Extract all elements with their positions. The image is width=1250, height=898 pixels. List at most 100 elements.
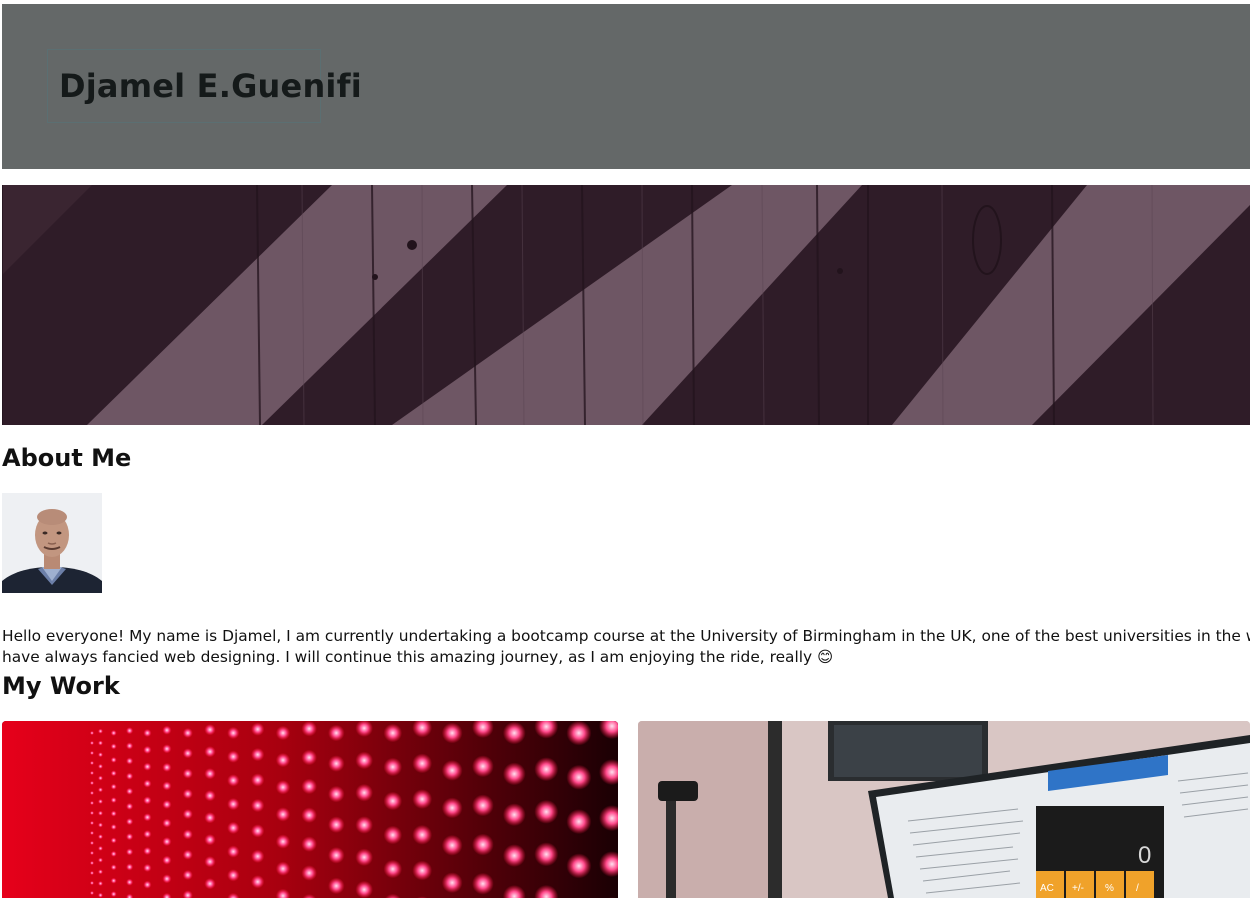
led-dot [227, 869, 240, 882]
led-dot [328, 847, 345, 864]
led-dot [98, 881, 103, 886]
led-dot [90, 811, 94, 815]
led-dot [110, 891, 117, 898]
led-dot [204, 812, 216, 824]
led-dot [383, 757, 403, 777]
led-dot [162, 762, 172, 772]
led-dot [204, 834, 216, 846]
led-dot [301, 836, 318, 852]
led-dot [412, 824, 433, 845]
led-dot [98, 822, 103, 828]
led-dot [90, 821, 94, 825]
led-dot [328, 724, 345, 742]
led-dot [227, 797, 240, 811]
led-dot [90, 871, 94, 875]
led-dot [126, 833, 134, 841]
led-dot [162, 837, 172, 847]
led-dot [162, 855, 172, 865]
led-dot [143, 813, 152, 822]
led-dot [90, 831, 94, 835]
led-dot [110, 810, 117, 817]
led-dot [143, 779, 152, 788]
led-dot [98, 775, 103, 781]
led-dot [90, 801, 94, 805]
led-dot [301, 807, 318, 823]
led-dot [275, 834, 291, 849]
led-dot [110, 783, 117, 790]
led-dot [182, 788, 193, 799]
led-dot [90, 781, 94, 785]
led-dot [534, 842, 559, 867]
led-dot [412, 789, 433, 809]
led-dot [328, 785, 345, 803]
led-dot [110, 877, 117, 884]
led-dot [204, 790, 216, 802]
led-dot [251, 722, 265, 736]
led-dot [412, 753, 433, 774]
led-dot [162, 725, 172, 735]
led-dot [383, 859, 403, 879]
led-dot [472, 794, 494, 817]
led-dot [98, 834, 103, 840]
led-dot [126, 848, 134, 856]
work-heading: My Work [2, 672, 120, 700]
led-dot [251, 747, 265, 762]
led-dot [90, 881, 94, 885]
hero-banner [2, 185, 1250, 425]
led-dot [227, 845, 240, 858]
brand-box[interactable]: Djamel E.Guenifi [47, 49, 362, 123]
led-dot [110, 797, 117, 804]
led-dot [301, 749, 318, 766]
led-dot [143, 846, 152, 856]
led-dot [355, 848, 374, 867]
profile-photo [2, 493, 102, 593]
led-dot [110, 730, 117, 736]
bio-line: have always fancied web designing. I wil… [2, 648, 834, 667]
calculator-key-label: AC [1040, 883, 1054, 894]
led-dot [301, 721, 317, 737]
led-dot [204, 878, 216, 890]
led-dot [182, 849, 193, 860]
led-dot [98, 728, 103, 734]
led-dot [441, 760, 463, 781]
led-dot [227, 750, 240, 763]
calculator-key-label: / [1136, 883, 1139, 894]
calculator-key-label: % [1105, 883, 1114, 894]
led-dot [251, 849, 265, 863]
led-dot [90, 731, 94, 735]
led-dot [275, 861, 291, 876]
led-dot [182, 869, 193, 881]
led-dot [143, 830, 152, 839]
led-dot [534, 799, 559, 824]
led-dot [355, 816, 374, 834]
hero-image [2, 185, 1250, 425]
led-dot [90, 841, 94, 845]
led-dot [275, 807, 291, 822]
led-dot [126, 802, 134, 810]
led-dot [126, 787, 134, 795]
project-card-calculator[interactable]: 0 AC +/- % / [638, 721, 1250, 898]
calculator-display: 0 [1138, 842, 1151, 869]
project-card-led-wall[interactable] [2, 721, 618, 898]
led-dot [204, 746, 216, 758]
led-dot [227, 821, 240, 835]
led-dot [328, 755, 345, 772]
led-dot [90, 741, 94, 745]
led-dot [502, 844, 526, 867]
led-dot [162, 781, 172, 791]
led-dot [472, 833, 494, 856]
led-dot [534, 757, 559, 782]
led-dot [355, 880, 373, 898]
led-dot [227, 774, 240, 787]
led-dot [566, 764, 592, 790]
led-dot [275, 780, 291, 795]
led-dot [162, 874, 172, 884]
site-header: Djamel E.Guenifi [2, 4, 1250, 169]
led-dot [441, 872, 463, 894]
led-dot [441, 797, 463, 819]
led-dot [126, 863, 134, 871]
led-dot [502, 721, 526, 745]
led-dot [98, 787, 103, 793]
led-dot [441, 834, 463, 856]
led-dot [98, 845, 103, 851]
